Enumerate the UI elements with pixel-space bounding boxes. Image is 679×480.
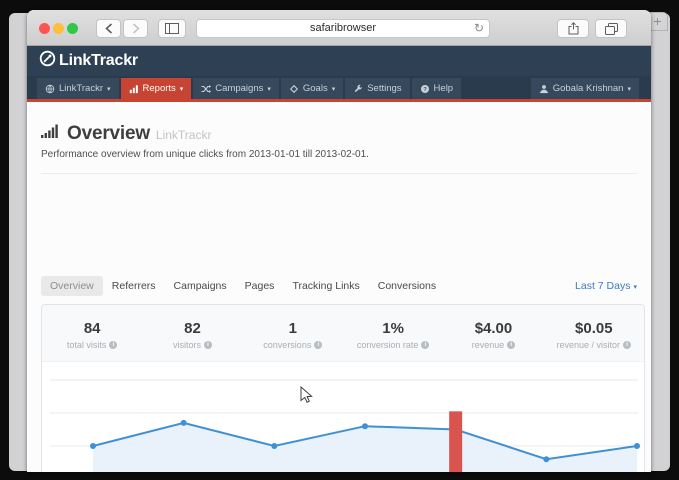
caret-down-icon: ▾ [633, 283, 637, 291]
conversion-bar[interactable] [449, 411, 462, 472]
reload-icon[interactable]: ↻ [474, 20, 484, 37]
mouse-cursor [301, 387, 312, 402]
logo-text: LinkTrackr [59, 52, 138, 70]
caret-down-icon: ▾ [332, 85, 336, 93]
stat-conversions: 1 conversions i [243, 305, 343, 361]
stat-value: $0.05 [575, 320, 613, 337]
back-button[interactable] [96, 19, 121, 38]
nav-item-settings[interactable]: Settings [345, 78, 409, 99]
data-point[interactable] [634, 443, 640, 449]
shuffle-icon [201, 84, 211, 94]
stat-label: conversions [263, 340, 311, 350]
info-icon[interactable]: i [507, 341, 515, 349]
linktrackr-logo[interactable]: LinkTrackr [39, 50, 138, 72]
stat-value: 1 [289, 320, 297, 337]
forward-button[interactable] [123, 19, 148, 38]
diamond-icon [289, 84, 299, 94]
overview-panel: 84 total visits i 82 visitors i 1 conver… [41, 304, 645, 472]
stat-label: revenue [472, 340, 505, 350]
user-icon [539, 84, 549, 94]
stat-visitors: 82 visitors i [142, 305, 242, 361]
date-range-select[interactable]: Last 7 Days ▾ [575, 280, 637, 292]
stat-label: total visits [67, 340, 107, 350]
bar-chart-icon [41, 124, 61, 143]
visits-chart[interactable]: 23-Aug24-Aug25-Aug26-Aug27-Aug28-Aug29-A… [42, 361, 644, 472]
zoom-window-button[interactable] [67, 23, 78, 34]
date-range-label: Last 7 Days [575, 280, 630, 292]
stat-value: 84 [84, 320, 101, 337]
info-icon[interactable]: i [421, 341, 429, 349]
info-icon[interactable]: i [204, 341, 212, 349]
wrench-icon [353, 84, 363, 94]
help-icon: ? [420, 84, 430, 94]
stat-label: revenue / visitor [557, 340, 621, 350]
caret-down-icon: ▾ [180, 85, 184, 93]
address-bar[interactable]: safaribrowser ↻ [196, 19, 490, 38]
sidebar-toggle-icon[interactable] [158, 19, 186, 38]
caret-down-icon: ▾ [627, 85, 631, 93]
tab-tracking-links[interactable]: Tracking Links [283, 276, 368, 296]
tab-overview[interactable]: Overview [41, 276, 103, 296]
report-tabs: OverviewReferrersCampaignsPagesTracking … [41, 275, 637, 297]
data-point[interactable] [181, 420, 187, 426]
nav-item-linktrackr[interactable]: LinkTrackr ▾ [37, 78, 119, 99]
stat-value: 82 [184, 320, 201, 337]
info-icon[interactable]: i [109, 341, 117, 349]
site-header: LinkTrackr [27, 46, 651, 76]
nav-item-reports[interactable]: Reports ▾ [121, 78, 192, 99]
area-fill [93, 423, 637, 472]
stat-value: 1% [382, 320, 404, 337]
info-icon[interactable]: i [314, 341, 322, 349]
nav-item-goals[interactable]: Goals ▾ [281, 78, 343, 99]
nav-item-campaigns[interactable]: Campaigns ▾ [193, 78, 279, 99]
safari-window: safaribrowser ↻ LinkTrackr LinkTrackr [27, 10, 651, 472]
nav-item-help[interactable]: ? Help [412, 78, 462, 99]
info-icon[interactable]: i [623, 341, 631, 349]
tab-referrers[interactable]: Referrers [103, 276, 165, 296]
globe-icon [45, 84, 55, 94]
close-window-button[interactable] [39, 23, 50, 34]
browser-titlebar: safaribrowser ↻ [27, 10, 651, 46]
stat-total-visits: 84 total visits i [42, 305, 142, 361]
tab-pages[interactable]: Pages [236, 276, 284, 296]
data-point[interactable] [271, 443, 277, 449]
user-label: Gobala Krishnan [553, 83, 624, 94]
address-text: safaribrowser [197, 20, 489, 37]
user-menu[interactable]: Gobala Krishnan ▾ [531, 78, 639, 99]
stat-label: visitors [173, 340, 201, 350]
svg-text:?: ? [423, 87, 427, 93]
tab-conversions[interactable]: Conversions [369, 276, 445, 296]
data-point[interactable] [90, 443, 96, 449]
share-icon[interactable] [557, 19, 589, 38]
page-content: Overview LinkTrackr Performance overview… [27, 102, 651, 472]
tab-campaigns[interactable]: Campaigns [165, 276, 236, 296]
page-title: Overview [67, 123, 150, 145]
caret-down-icon: ▾ [107, 85, 111, 93]
page-title-suffix: LinkTrackr [156, 128, 212, 142]
site-nav: LinkTrackr ▾ Reports ▾ Campaigns ▾ Goals… [27, 76, 651, 99]
minimize-window-button[interactable] [53, 23, 64, 34]
stats-row-top: 84 total visits i 82 visitors i 1 conver… [42, 305, 644, 361]
page-head: Overview LinkTrackr Performance overview… [27, 102, 651, 174]
caret-down-icon: ▾ [267, 85, 271, 93]
screenshot-frame: + safaribrowser ↻ [0, 0, 679, 480]
show-tabs-icon[interactable] [595, 19, 627, 38]
linktrackr-logo-icon [39, 50, 56, 72]
stat-revenue-visitor: $0.05 revenue / visitor i [544, 305, 644, 361]
data-point[interactable] [362, 423, 368, 429]
stat-label: conversion rate [357, 340, 419, 350]
chart-icon [129, 84, 139, 94]
stat-conversion-rate: 1% conversion rate i [343, 305, 443, 361]
page-subtitle: Performance overview from unique clicks … [41, 149, 637, 160]
stat-revenue: $4.00 revenue i [443, 305, 543, 361]
data-point[interactable] [543, 456, 549, 462]
stat-value: $4.00 [475, 320, 513, 337]
header-divider [41, 173, 637, 174]
